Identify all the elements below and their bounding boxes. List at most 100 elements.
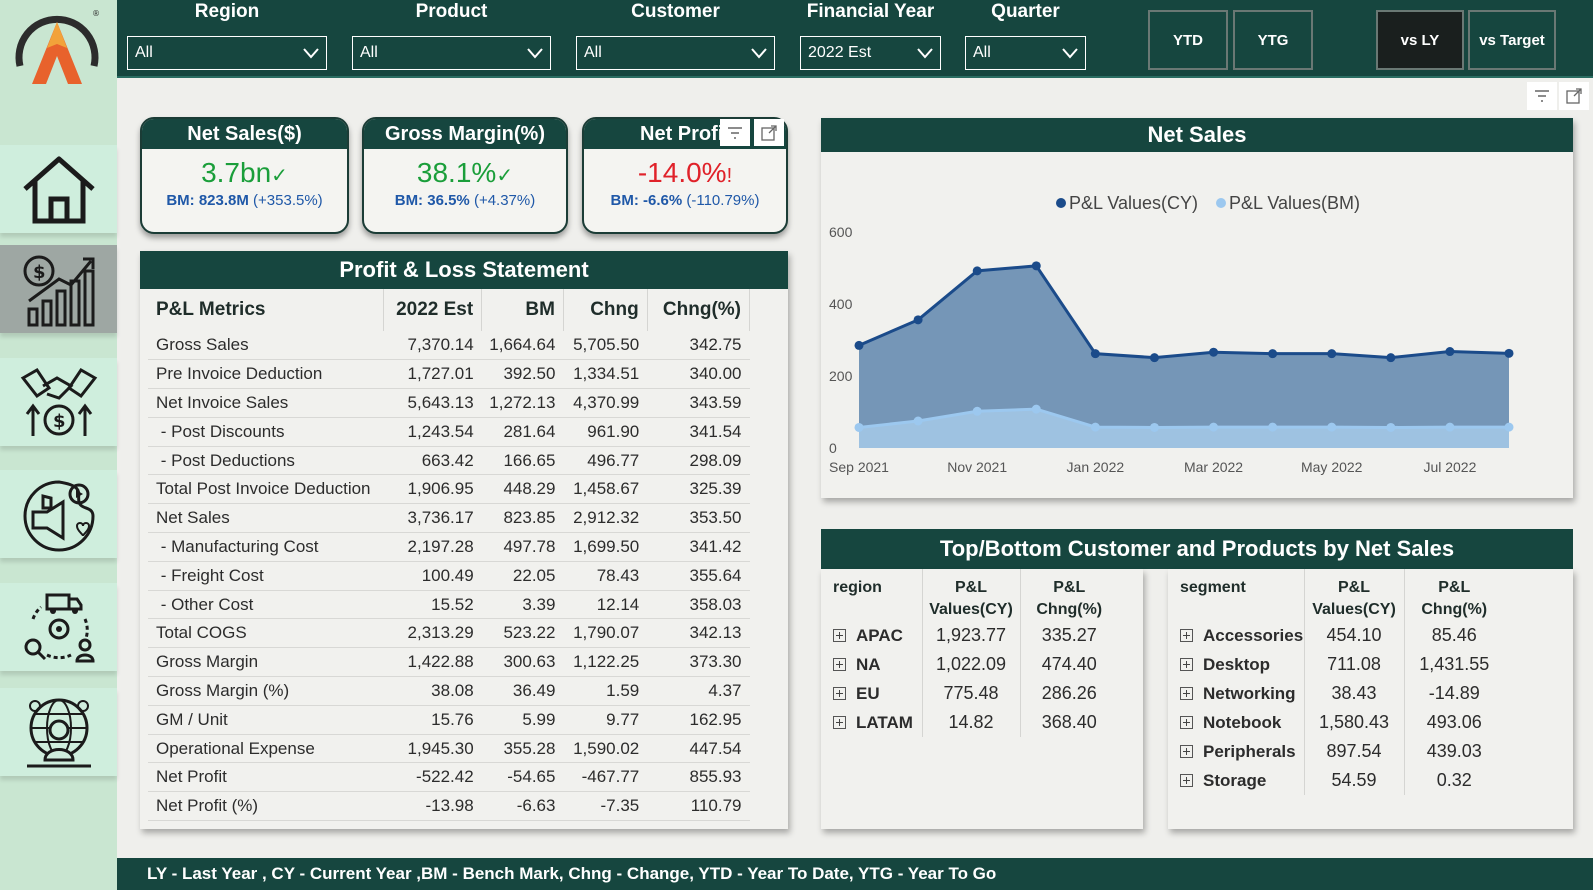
region-dropdown[interactable]: All [127,36,327,70]
expand-plus-icon[interactable] [1180,773,1193,787]
region-cell: 286.26 [1041,683,1097,703]
expand-plus-icon[interactable] [833,657,846,671]
pl-cell: 22.05 [481,561,564,591]
pl-cell: 100.49 [383,561,482,591]
pl-cell: 15.76 [383,705,482,735]
sidebar: ® $ $ [0,0,117,890]
nav-global-users[interactable] [0,688,117,776]
quarter-slicer: Quarter All [965,0,1086,70]
pl-metric-label: Net Sales [148,503,384,534]
nav-finance[interactable]: $ [0,245,117,333]
chevron-down-icon [1062,48,1078,59]
bm-label: BM: [166,192,195,209]
pl-cell: 496.77 [563,446,648,476]
ytd-button[interactable]: YTD [1148,10,1228,70]
pl-col-header[interactable]: Chng(%) [647,289,751,331]
pl-row: Total Post Invoice Deduction 1,906.95 448.… [148,474,750,505]
pl-cell: 162.95 [647,705,750,735]
vs-ly-button[interactable]: vs LY [1376,10,1464,70]
segment-row: Storage 54.59 0.32 [1174,766,1504,795]
product-dropdown[interactable]: All [352,36,551,70]
expand-plus-icon[interactable] [833,628,846,642]
segment-label-cell: Storage [1174,766,1305,795]
expand-plus-icon[interactable] [1180,744,1193,758]
financial-year-value: 2022 Est [808,44,872,61]
nav-home[interactable] [0,145,117,233]
pl-metric-label: Net Invoice Sales [148,388,384,418]
region-label-cell: NA [827,650,923,679]
pl-cell: 281.64 [481,417,564,447]
expand-plus-icon[interactable] [833,715,846,729]
pl-col-header[interactable]: 2022 Est [383,289,483,331]
segment-col-header[interactable]: P&L Chng(%) [1404,569,1504,621]
financial-year-dropdown[interactable]: 2022 Est [800,36,941,70]
vs-target-button[interactable]: vs Target [1468,10,1556,70]
pl-col-header[interactable]: P&L Metrics [148,289,385,331]
segment-panel: segment P&L Values(CY) P&L Chng(%) Accesso… [1168,569,1573,829]
pl-cell: 353.50 [647,503,750,534]
filter-icon[interactable] [1527,82,1557,110]
data-point [1268,422,1278,432]
pl-metric-label: - Manufacturing Cost [148,532,384,562]
expand-plus-icon[interactable] [1180,715,1193,729]
nav-supply-chain[interactable] [0,583,117,671]
pl-cell: 855.93 [647,762,750,793]
quarter-dropdown[interactable]: All [965,36,1086,70]
pl-cell: 166.65 [481,446,564,476]
pl-cell: 15.52 [383,590,482,620]
pl-row: Gross Margin (%) 38.08 36.49 1.59 4.37 [148,676,750,706]
bm-label: BM: [394,192,424,209]
kpi-net-profit-title-text: Net Profit [640,123,730,145]
customer-dropdown[interactable]: All [576,36,775,70]
filter-icon[interactable] [720,119,750,146]
kpi-net-profit-bm: BM: -6.6% (-110.79%) [584,192,786,209]
segment-col-header[interactable]: P&L Values(CY) [1304,569,1405,621]
expand-plus-icon[interactable] [833,686,846,700]
data-point [1386,353,1396,363]
pl-cell: 2,197.28 [383,532,482,562]
nav-marketing[interactable] [0,470,117,558]
pl-metric-label: GM / Unit [148,705,384,735]
expand-plus-icon[interactable] [1180,686,1193,700]
pl-row: Pre Invoice Deduction 1,727.01 392.50 1,334… [148,359,750,390]
pl-cell: 1,458.67 [563,474,648,505]
region-col-header[interactable]: region [827,569,923,621]
focus-mode-icon[interactable] [1559,82,1589,110]
pl-cell: 823.85 [481,503,564,534]
region-label: APAC [856,625,903,645]
data-point [972,266,982,276]
pl-metric-label: Pre Invoice Deduction [148,359,384,390]
region-col-header[interactable]: P&L Values(CY) [922,569,1021,621]
svg-text:$: $ [33,262,46,283]
pl-cell: 341.54 [647,417,750,447]
focus-mode-icon[interactable] [754,119,784,146]
ytg-button[interactable]: YTG [1233,10,1313,70]
footer-legend: LY - Last Year , CY - Current Year ,BM -… [117,858,1593,890]
customer-value: All [584,44,602,61]
pl-cell: -6.63 [481,791,564,822]
pl-cell: 300.63 [481,647,564,678]
pl-col-header[interactable]: BM [481,289,564,331]
segment-col-header[interactable]: segment [1174,569,1305,621]
topbottom-title: Top/Bottom Customer and Products by Net … [821,529,1573,569]
chevron-down-icon [751,48,767,59]
expand-plus-icon[interactable] [1180,657,1193,671]
region-col-header[interactable]: P&L Chng(%) [1020,569,1118,621]
pl-title: Profit & Loss Statement [140,251,788,289]
pl-cell: -467.77 [563,762,648,793]
region-label-cell: EU [827,679,923,708]
kpi-gross-margin-title: Gross Margin(%) [364,119,566,149]
pl-cell: 663.42 [383,446,482,476]
bm-label: BM: [610,192,639,209]
pl-col-header[interactable]: Chng [563,289,648,331]
data-point [1504,348,1514,358]
finance-growth-icon: $ [23,255,94,327]
pl-row: Net Invoice Sales 5,643.13 1,272.13 4,370.9… [148,388,750,418]
expand-plus-icon[interactable] [1180,628,1193,642]
nav-sales-deals[interactable]: $ [0,358,117,446]
chevron-down-icon [917,48,933,59]
region-body: APAC 1,923.77 335.27 NA 1,022.09 474.40 EU 775.… [827,621,1118,737]
segment-body: Accessories 454.10 85.46 Desktop 711.08 1,431… [1174,621,1504,795]
pl-table: P&L Metrics 2022 Est BM Chng Chng(%) Gross S… [148,289,751,822]
segment-label-cell: Desktop [1174,650,1305,679]
